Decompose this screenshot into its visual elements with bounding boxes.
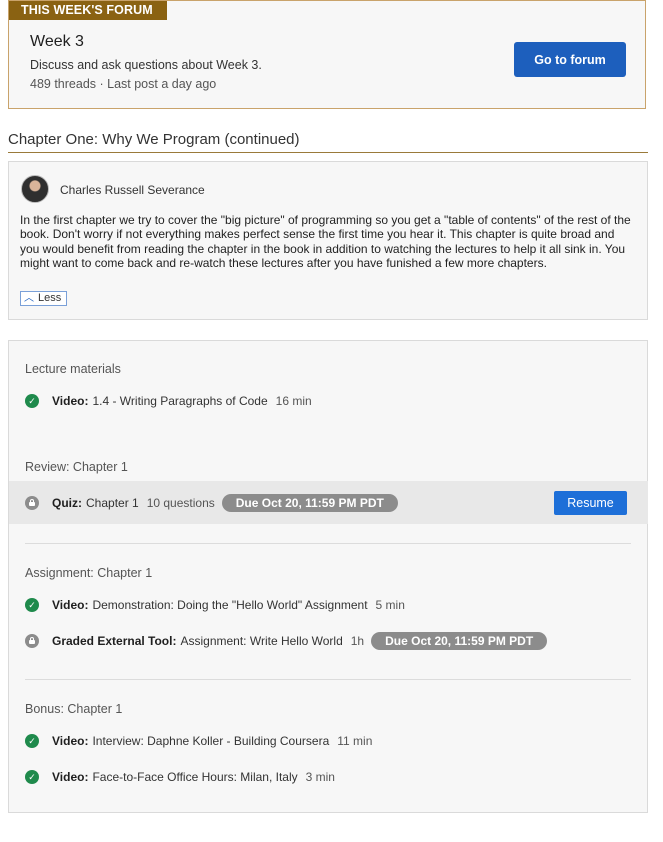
- materials-card: Lecture materials ✓ Video: 1.4 - Writing…: [8, 340, 648, 813]
- list-item[interactable]: ✓ Video: Demonstration: Doing the "Hello…: [25, 598, 405, 612]
- forum-card: THIS WEEK'S FORUM Week 3 Discuss and ask…: [8, 0, 646, 109]
- item-duration: 3 min: [305, 770, 335, 784]
- item-type: Video:: [52, 734, 89, 748]
- instructor-card: Charles Russell Severance In the first c…: [8, 161, 648, 320]
- item-type: Video:: [52, 770, 89, 784]
- show-less-button[interactable]: ︿ Less: [20, 291, 67, 306]
- list-item[interactable]: ✓ Video: Face-to-Face Office Hours: Mila…: [25, 770, 335, 784]
- go-to-forum-button[interactable]: Go to forum: [514, 42, 626, 77]
- check-icon: ✓: [25, 598, 39, 612]
- list-item[interactable]: ✓ Video: Interview: Daphne Koller - Buil…: [25, 734, 372, 748]
- item-title[interactable]: 1.4 - Writing Paragraphs of Code: [92, 394, 267, 408]
- forum-description: Discuss and ask questions about Week 3.: [30, 58, 262, 72]
- section-title-review: Review: Chapter 1: [25, 460, 128, 474]
- avatar: [21, 175, 49, 203]
- item-type: Quiz:: [52, 496, 82, 510]
- instructor-description: In the first chapter we try to cover the…: [20, 213, 631, 271]
- item-title[interactable]: Demonstration: Doing the "Hello World" A…: [92, 598, 367, 612]
- forum-tag: THIS WEEK'S FORUM: [9, 1, 167, 20]
- item-duration: 11 min: [337, 734, 373, 748]
- section-title-assignment: Assignment: Chapter 1: [25, 566, 153, 580]
- divider: [25, 679, 631, 680]
- list-item[interactable]: Graded External Tool: Assignment: Write …: [25, 632, 548, 650]
- check-icon: ✓: [25, 394, 39, 408]
- divider: [25, 543, 631, 544]
- due-date-badge: Due Oct 20, 11:59 PM PDT: [371, 632, 548, 650]
- item-question-count: 10 questions: [146, 496, 215, 510]
- item-type: Graded External Tool:: [52, 634, 177, 648]
- list-item[interactable]: ✓ Video: 1.4 - Writing Paragraphs of Cod…: [25, 394, 312, 408]
- item-duration: 16 min: [275, 394, 312, 408]
- forum-week-title: Week 3: [30, 33, 84, 50]
- instructor-name: Charles Russell Severance: [60, 183, 205, 197]
- check-icon: ✓: [25, 734, 39, 748]
- item-type: Video:: [52, 598, 89, 612]
- item-title[interactable]: Interview: Daphne Koller - Building Cour…: [92, 734, 329, 748]
- item-duration: 5 min: [375, 598, 405, 612]
- forum-meta: 489 threads · Last post a day ago: [30, 77, 217, 91]
- item-duration: 1h: [350, 634, 365, 648]
- chevron-up-icon: ︿: [24, 293, 34, 304]
- item-title[interactable]: Assignment: Write Hello World: [180, 634, 342, 648]
- item-type: Video:: [52, 394, 89, 408]
- check-icon: ✓: [25, 770, 39, 784]
- item-title[interactable]: Chapter 1: [86, 496, 139, 510]
- show-less-label: Less: [38, 292, 62, 304]
- section-title-bonus: Bonus: Chapter 1: [25, 702, 123, 716]
- lock-icon: [25, 634, 39, 648]
- resume-button[interactable]: Resume: [554, 491, 627, 515]
- list-item[interactable]: Quiz: Chapter 1 10 questions Due Oct 20,…: [25, 494, 398, 512]
- lock-icon: [25, 496, 39, 510]
- section-title-lecture-materials: Lecture materials: [25, 362, 121, 376]
- due-date-badge: Due Oct 20, 11:59 PM PDT: [221, 494, 398, 512]
- item-title[interactable]: Face-to-Face Office Hours: Milan, Italy: [92, 770, 297, 784]
- chapter-title: Chapter One: Why We Program (continued): [8, 131, 648, 153]
